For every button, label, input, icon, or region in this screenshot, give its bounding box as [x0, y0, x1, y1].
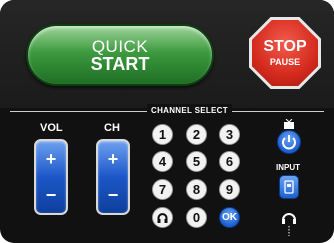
tv-icon — [284, 119, 294, 129]
headphone-icon[interactable] — [280, 209, 298, 237]
channel-rocker: + − — [96, 139, 130, 215]
key-3[interactable]: 3 — [219, 124, 240, 145]
key-7[interactable]: 7 — [152, 179, 173, 200]
volume-rocker: + − — [34, 139, 68, 215]
power-icon — [282, 135, 296, 150]
return-icon — [157, 213, 168, 223]
return-button[interactable] — [152, 207, 173, 228]
key-4[interactable]: 4 — [152, 151, 173, 172]
volume-up-button[interactable]: + — [36, 141, 66, 177]
power-button[interactable] — [277, 130, 301, 154]
remote-panel: QUICK START STOP PAUSE CHANNEL SELECT VO… — [0, 0, 334, 243]
key-1[interactable]: 1 — [152, 124, 173, 145]
quick-start-label-line1: QUICK — [91, 36, 149, 56]
stop-label: STOP — [263, 38, 307, 55]
channel-down-button[interactable]: − — [98, 177, 128, 213]
key-2[interactable]: 2 — [186, 124, 207, 145]
ok-button[interactable]: OK — [219, 207, 240, 228]
key-8[interactable]: 8 — [186, 179, 207, 200]
quick-start-label-line2: START — [90, 53, 150, 74]
stop-button-face: STOP PAUSE — [252, 20, 318, 86]
quick-start-button[interactable]: QUICK START — [26, 24, 214, 86]
input-button[interactable] — [279, 175, 299, 199]
channel-select-label: CHANNEL SELECT — [147, 104, 232, 117]
volume-down-button[interactable]: − — [36, 177, 66, 213]
key-9[interactable]: 9 — [219, 179, 240, 200]
channel-up-button[interactable]: + — [98, 141, 128, 177]
key-0[interactable]: 0 — [186, 207, 207, 228]
input-icon — [284, 180, 294, 194]
input-label: INPUT — [276, 163, 300, 172]
vol-label: VOL — [40, 122, 63, 134]
key-5[interactable]: 5 — [186, 151, 207, 172]
key-6[interactable]: 6 — [219, 151, 240, 172]
pause-label: PAUSE — [269, 57, 301, 67]
ch-label: CH — [104, 122, 120, 134]
